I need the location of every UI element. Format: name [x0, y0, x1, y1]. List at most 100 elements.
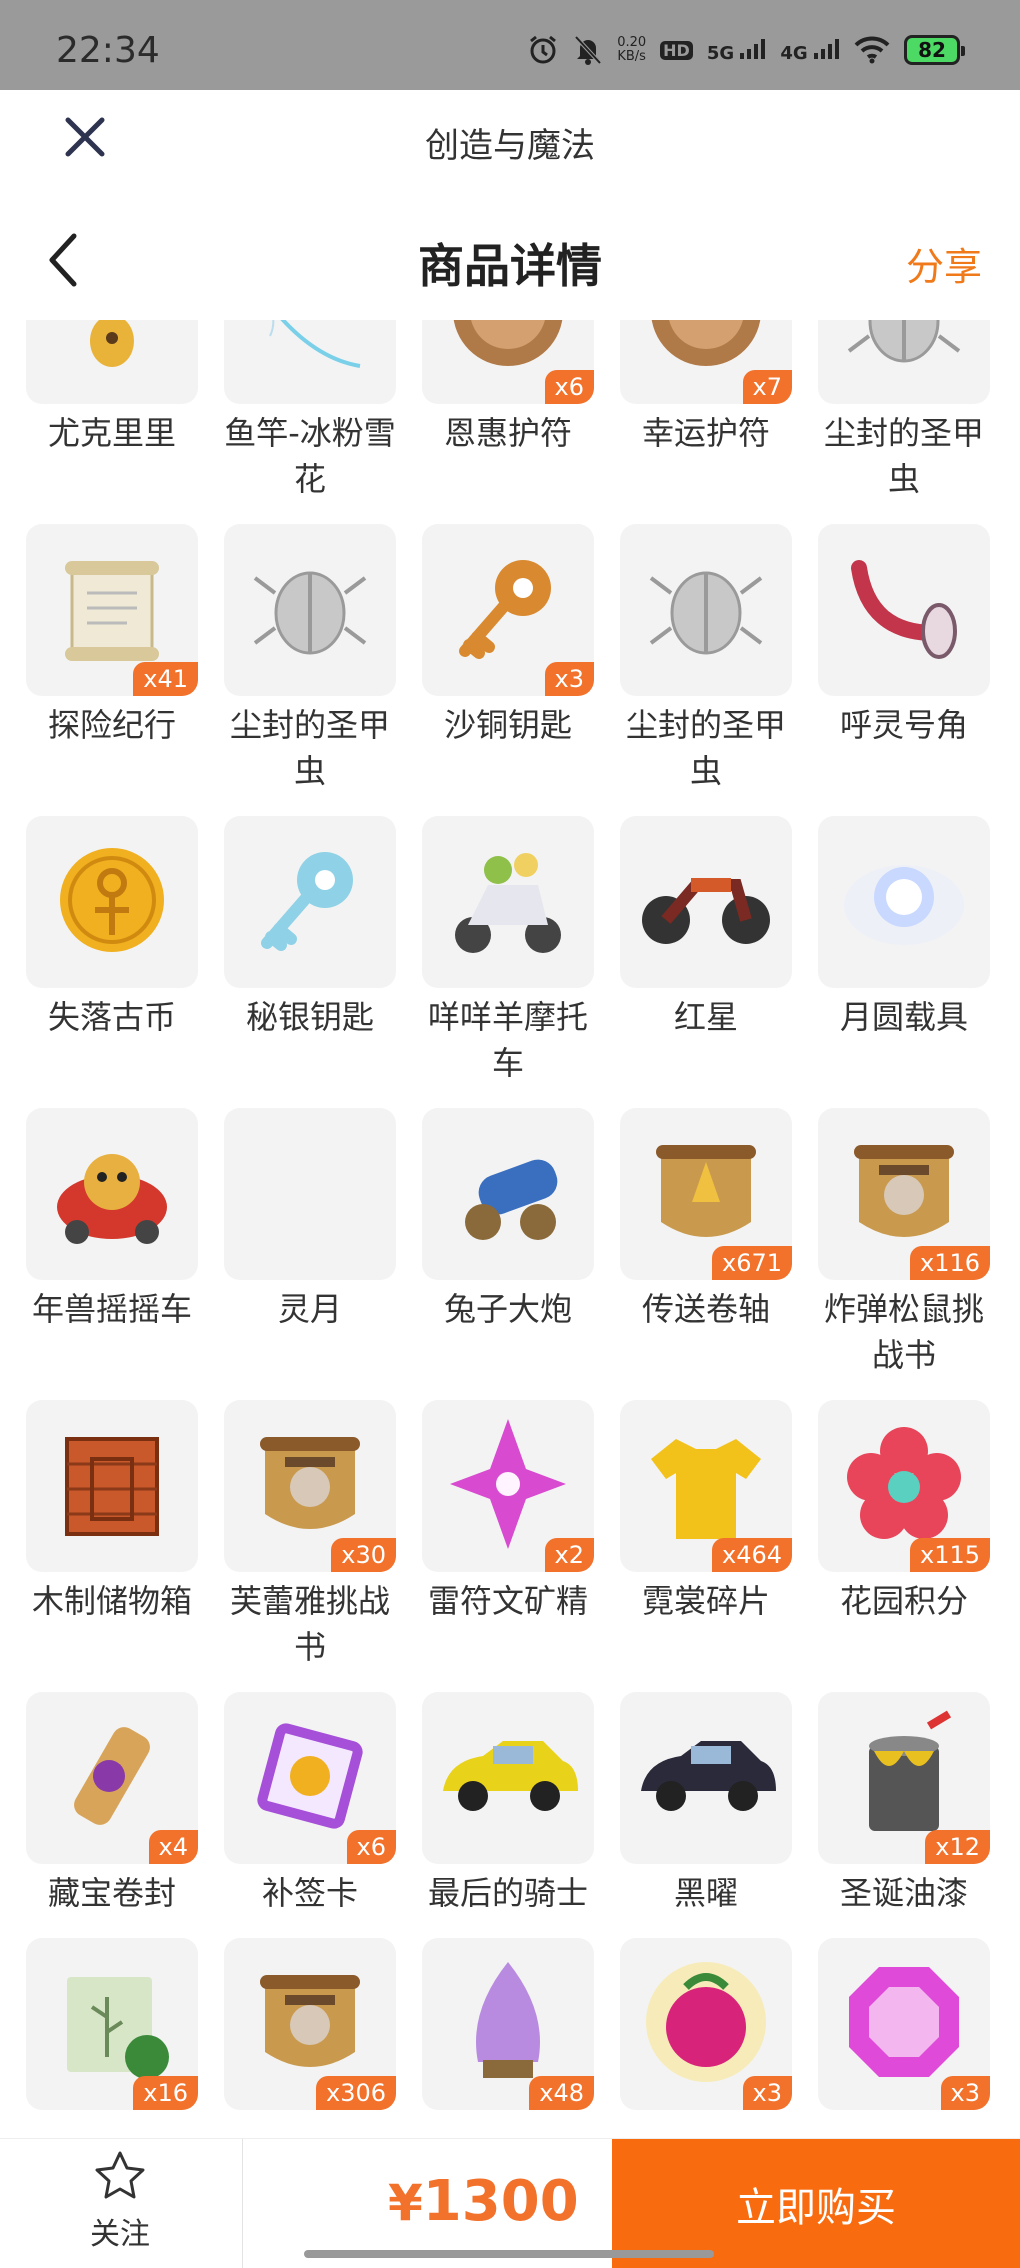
wifi-icon — [854, 36, 890, 64]
item-name: 鱼竿-冰粉雪花 — [224, 414, 396, 498]
item-thumbnail[interactable] — [620, 524, 792, 696]
item-cell[interactable]: x306 — [224, 1938, 396, 2110]
item-thumbnail[interactable] — [26, 816, 198, 988]
item-thumbnail[interactable] — [224, 320, 396, 404]
item-cell[interactable]: 黑曜 — [620, 1692, 792, 1916]
item-thumbnail[interactable] — [26, 1400, 198, 1572]
item-thumbnail[interactable]: x7 — [620, 320, 792, 404]
item-thumbnail[interactable] — [818, 816, 990, 988]
item-cell[interactable]: x671 传送卷轴 — [620, 1108, 792, 1332]
coin-icon — [47, 835, 177, 969]
item-name: 年兽摇摇车 — [31, 1290, 192, 1328]
item-cell[interactable]: x16 — [26, 1938, 198, 2110]
item-thumbnail[interactable] — [620, 816, 792, 988]
item-thumbnail[interactable] — [26, 1108, 198, 1280]
item-cell[interactable]: 年兽摇摇车 — [26, 1108, 198, 1332]
item-thumbnail[interactable] — [422, 1692, 594, 1864]
motorbike-icon — [636, 840, 776, 964]
quantity-badge: x116 — [909, 1246, 990, 1280]
item-thumbnail[interactable] — [422, 816, 594, 988]
net-4g-label: 4G — [780, 42, 808, 64]
item-thumbnail[interactable]: x115 — [818, 1400, 990, 1572]
item-thumbnail[interactable]: x3 — [422, 524, 594, 696]
item-thumbnail[interactable]: x48 — [422, 1938, 594, 2110]
item-cell[interactable]: x41 探险纪行 — [26, 524, 198, 748]
item-cell[interactable]: 咩咩羊摩托车 — [422, 816, 594, 1086]
item-name: 灵月 — [277, 1290, 342, 1328]
item-thumbnail[interactable]: x30 — [224, 1400, 396, 1572]
item-cell[interactable]: 月圆载具 — [818, 816, 990, 1040]
item-thumbnail[interactable] — [422, 1108, 594, 1280]
item-cell[interactable]: x2 雷符文矿精 — [422, 1400, 594, 1624]
network-4g: 4G — [780, 37, 840, 64]
quantity-badge: x4 — [148, 1830, 198, 1864]
item-cell[interactable]: 灵月 — [224, 1108, 396, 1332]
item-thumbnail[interactable]: x12 — [818, 1692, 990, 1864]
item-thumbnail[interactable] — [818, 320, 990, 404]
item-cell[interactable]: x464 霓裳碎片 — [620, 1400, 792, 1624]
item-thumbnail[interactable]: x2 — [422, 1400, 594, 1572]
item-thumbnail[interactable] — [620, 1692, 792, 1864]
item-thumbnail[interactable]: x671 — [620, 1108, 792, 1280]
item-thumbnail[interactable] — [818, 524, 990, 696]
item-cell[interactable]: 秘银钥匙 — [224, 816, 396, 1040]
item-cell[interactable]: x6 补签卡 — [224, 1692, 396, 1916]
item-cell[interactable]: x30 芙蕾雅挑战书 — [224, 1400, 396, 1670]
item-cell[interactable]: 失落古币 — [26, 816, 198, 1040]
item-thumbnail[interactable]: x3 — [818, 1938, 990, 2110]
quantity-badge: x30 — [331, 1538, 396, 1572]
item-cell[interactable]: 尘封的圣甲虫 — [620, 524, 792, 794]
item-cell[interactable]: x6 恩惠护符 — [422, 320, 594, 456]
item-thumbnail[interactable]: x4 — [26, 1692, 198, 1864]
item-cell[interactable]: 尘封的圣甲虫 — [818, 320, 990, 502]
item-cell[interactable]: 尤克里里 — [26, 320, 198, 456]
item-cell[interactable]: x12 圣诞油漆 — [818, 1692, 990, 1916]
item-thumbnail[interactable] — [224, 1108, 396, 1280]
item-cell[interactable]: x4 藏宝卷封 — [26, 1692, 198, 1916]
berry-icon — [636, 1952, 776, 2096]
item-thumbnail[interactable] — [224, 816, 396, 988]
item-thumbnail[interactable]: x6 — [422, 320, 594, 404]
item-name: 沙铜钥匙 — [443, 706, 572, 744]
item-cell[interactable]: x48 — [422, 1938, 594, 2110]
crate-icon — [47, 1419, 177, 1553]
dragon-car-icon — [42, 1127, 182, 1261]
item-thumbnail[interactable]: x306 — [224, 1938, 396, 2110]
item-cell[interactable]: 木制储物箱 — [26, 1400, 198, 1624]
item-thumbnail[interactable]: x6 — [224, 1692, 396, 1864]
item-thumbnail[interactable]: x464 — [620, 1400, 792, 1572]
item-thumbnail[interactable]: x3 — [620, 1938, 792, 2110]
item-name: 幸运护符 — [641, 414, 770, 452]
item-name: 月圆载具 — [839, 998, 968, 1036]
scooter-icon — [438, 835, 578, 969]
item-cell[interactable]: 兔子大炮 — [422, 1108, 594, 1332]
item-thumbnail[interactable]: x116 — [818, 1108, 990, 1280]
buy-now-button[interactable]: 立即购买 — [612, 2139, 1020, 2268]
item-cell[interactable]: 尘封的圣甲虫 — [224, 524, 396, 794]
item-thumbnail[interactable] — [26, 320, 198, 404]
item-cell[interactable]: x3 — [620, 1938, 792, 2110]
item-thumbnail[interactable]: x16 — [26, 1938, 198, 2110]
share-button[interactable]: 分享 — [906, 236, 982, 291]
quantity-badge: x3 — [742, 2076, 792, 2110]
price-value: 1300 — [422, 2169, 579, 2234]
shirt-icon — [641, 1419, 771, 1553]
item-thumbnail[interactable]: x41 — [26, 524, 198, 696]
follow-button[interactable]: 关注 — [70, 2149, 170, 2253]
item-thumbnail[interactable] — [224, 524, 396, 696]
item-cell[interactable]: x3 — [818, 1938, 990, 2110]
item-cell[interactable]: x3 沙铜钥匙 — [422, 524, 594, 748]
item-name: 最后的骑士 — [427, 1874, 588, 1912]
item-cell[interactable]: x116 炸弹松鼠挑战书 — [818, 1108, 990, 1378]
battery-level: 82 — [918, 38, 946, 62]
item-cell[interactable]: x115 花园积分 — [818, 1400, 990, 1624]
item-cell[interactable]: 红星 — [620, 816, 792, 1040]
item-name: 黑曜 — [673, 1874, 738, 1912]
status-icons: 0.20 KB/s HD 5G 4G 82 — [527, 30, 965, 70]
item-cell[interactable]: 最后的骑士 — [422, 1692, 594, 1916]
network-speed: 0.20 KB/s — [617, 36, 646, 64]
item-cell[interactable]: x7 幸运护符 — [620, 320, 792, 456]
item-name: 圣诞油漆 — [839, 1874, 968, 1912]
item-cell[interactable]: 呼灵号角 — [818, 524, 990, 748]
item-cell[interactable]: 鱼竿-冰粉雪花 — [224, 320, 396, 502]
